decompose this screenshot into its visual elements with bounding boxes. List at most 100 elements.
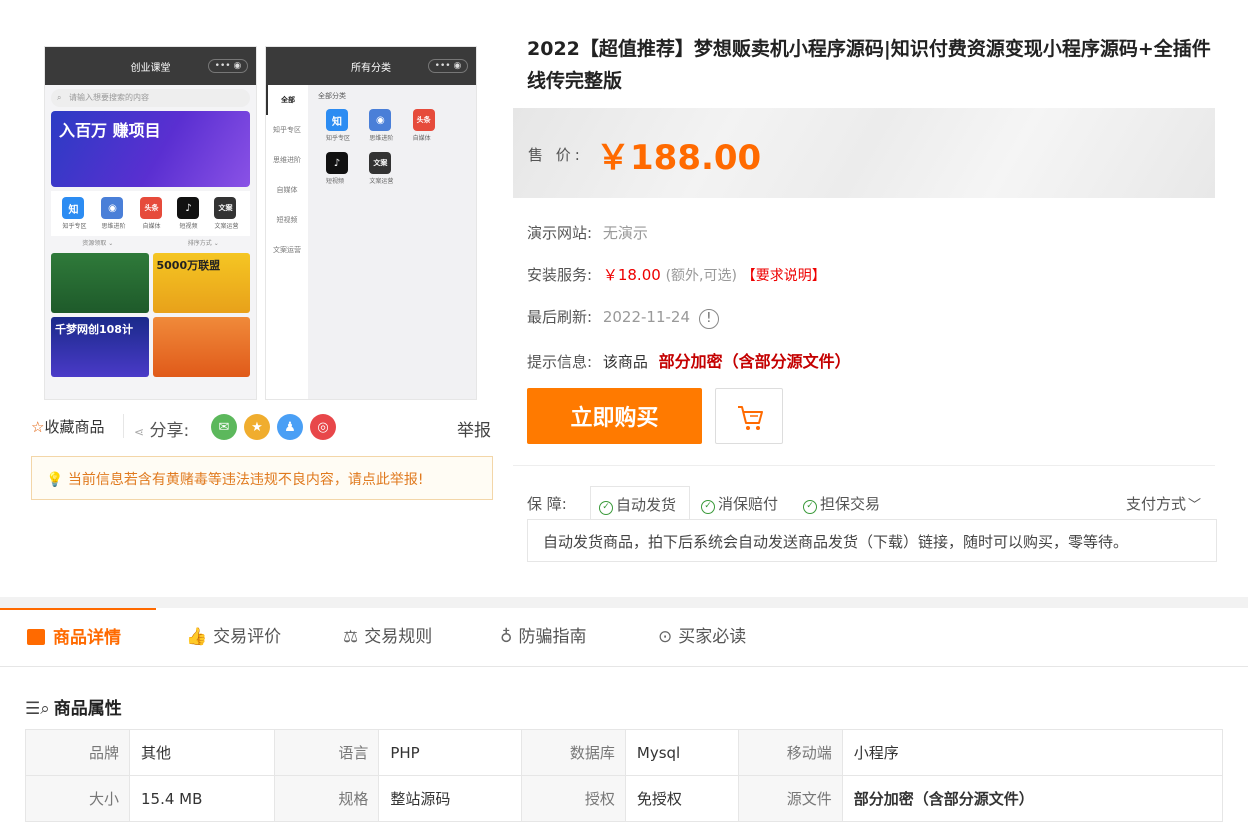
attr-key: 规格 [274,775,380,822]
tile-label: 短视频 [326,178,345,185]
qzone-icon[interactable]: ★ [244,414,270,440]
last-refresh-label: 最后刷新: [527,308,593,326]
category-tile: 头条 自媒体 [412,109,456,142]
install-service-row: 安装服务: ￥18.00 (额外,可选) 【要求说明】 [527,264,826,285]
brain-icon: ◉ [369,109,392,131]
demo-site-row: 演示网站: 无演示 [527,222,648,243]
mini-card-grid: 5000万联盟 千梦网创108计 [45,249,256,381]
tab-product-details[interactable]: 商品详情 [0,608,156,667]
attr-value: Mysql [624,729,739,776]
tile-label: 知乎专区 [326,135,351,142]
check-icon: ✓ [599,501,613,515]
report-warning[interactable]: 💡 当前信息若含有黄赌毒等违法违规不良内容，请点此举报! [31,456,493,500]
guarantee-description: 自动发货商品，拍下后系统会自动发送商品发货（下载）链接，随时可以购买，零等待。 [527,519,1217,562]
tile-label: 短视频 [179,223,198,230]
attr-value: 整站源码 [378,775,522,822]
add-to-cart-button[interactable] [715,388,783,444]
table-row: 品牌 其他 语言 PHP 数据库 Mysql 移动端 小程序 [25,729,1224,776]
sort-left: 资源领取 ⌄ [82,240,114,247]
search-icon: ⌕ [57,93,62,102]
wechat-icon[interactable]: ✉ [211,414,237,440]
sort-right: 排序方式 ⌄ [187,240,219,247]
attributes-table: 品牌 其他 语言 PHP 数据库 Mysql 移动端 小程序 大小 15.4 M… [25,729,1224,822]
install-requirements-link[interactable]: 【要求说明】 [742,268,826,284]
payment-methods-label: 支付方式 [1126,495,1187,513]
price-value: ￥188.00 [596,138,762,178]
attributes-heading: ☰⌕ 商品属性 [25,694,122,719]
buy-now-button[interactable]: 立即购买 [527,388,702,444]
mini-sort-bar: 资源领取 ⌄ 排序方式 ⌄ [45,236,256,249]
mini-card [152,317,250,377]
product-image-2[interactable]: 所有分类 ••• ◉ 全部 知乎专区 思维进阶 自媒体 短视频 文案运营 全部分… [265,46,477,400]
tab-label: 交易规则 [364,627,433,647]
weibo-icon[interactable]: ◎ [310,414,336,440]
qq-icon[interactable]: ♟ [277,414,303,440]
category-tile: 知知乎专区 [62,197,87,230]
zhihu-icon: 知 [62,197,85,219]
tip-label: 提示信息: [527,353,593,371]
attr-value: 免授权 [624,775,739,822]
section-title: 全部分类 [318,92,346,100]
tab-trade-rules[interactable]: ⚖ 交易规则 [343,608,432,667]
banner-text: 入百万 赚项目 [59,121,161,140]
attr-value: 部分加密（含部分源文件） [841,775,1224,822]
demo-site-label: 演示网站: [527,224,593,242]
tile-label: 自媒体 [142,223,161,230]
payment-methods-dropdown[interactable]: 支付方式 ﹀ [1126,486,1201,520]
mini-card: 千梦网创108计 [51,317,149,377]
section-divider [513,465,1215,466]
tile-label: 自媒体 [412,135,431,142]
list-search-icon: ☰⌕ [25,699,50,719]
tip-prefix: 该商品 [602,353,648,371]
guarantee-item-label: 自动发货 [616,496,677,514]
last-refresh-value: 2022-11-24 [602,308,691,326]
attr-key: 数据库 [520,729,626,776]
thumbs-up-icon: 👍 [186,627,208,647]
category-tile: 知知乎专区 [326,109,369,142]
guarantee-tab-escrow[interactable]: ✓ 担保交易 [803,486,880,520]
cart-icon [738,406,763,430]
mini-app-header: 所有分类 ••• ◉ [266,47,476,85]
tile-label: 文案运营 [214,223,239,230]
product-image-1[interactable]: 创业课堂 ••• ◉ ⌕ 请输入想要搜索的内容 入百万 赚项目 知知乎专区 ◉ 思… [44,46,257,400]
favorite-button[interactable]: ☆收藏商品 [31,416,104,437]
report-link[interactable]: 举报 [457,416,491,441]
tab-label: 商品详情 [53,628,121,648]
category-tile: ◉ 思维进阶 [101,197,126,230]
sidebar-item: 知乎专区 [273,126,301,134]
tip-row: 提示信息: 该商品 部分加密（含部分源文件） [527,348,851,372]
category-tile: 文案 文案运营 [214,197,238,230]
attr-value: 小程序 [841,729,1224,776]
guarantee-tab-auto-delivery[interactable]: ✓ 自动发货 [590,486,690,520]
tab-anti-fraud[interactable]: ♁ 防骗指南 [500,608,586,667]
lightbulb-icon: 💡 [46,472,64,488]
zhihu-icon: 知 [326,109,348,131]
share-icon: ⋖ [134,425,145,439]
mini-category-sidebar: 全部 知乎专区 思维进阶 自媒体 短视频 文案运营 [266,85,308,399]
mini-icon-row: 知知乎专区 ◉ 思维进阶 头条 自媒体 ♪ 短视频 文案 文案运营 [51,191,250,236]
sidebar-item: 短视频 [276,216,298,224]
guarantee-tab-compensation[interactable]: ✓ 消保赔付 [701,486,778,520]
info-icon[interactable]: ! [698,309,719,329]
mini-search-bar: ⌕ 请输入想要搜索的内容 [51,89,250,107]
attr-key: 源文件 [737,775,843,822]
tab-buyer-notice[interactable]: ⊙ 买家必读 [658,608,746,667]
demo-site-value: 无演示 [602,224,648,242]
mini-category-grid: 知知乎专区 ◉ 思维进阶 头条 自媒体 ♪ 短视频 文案 文案运营 [326,109,456,185]
check-icon: ✓ [701,500,715,514]
category-tile: 文案 文案运营 [369,152,412,185]
check-icon: ✓ [803,500,817,514]
attr-key: 移动端 [737,729,843,776]
attr-value: 其他 [128,729,276,776]
price-label: 售 价: [528,146,584,164]
tile-label: 思维进阶 [101,223,126,230]
attr-value: 15.4 MB [128,775,276,822]
attributes-title: 商品属性 [53,699,122,719]
sidebar-item: 文案运营 [273,246,301,254]
toutiao-icon: 头条 [412,109,435,131]
tab-reviews[interactable]: 👍 交易评价 [186,608,281,667]
mini-banner: 入百万 赚项目 [51,111,250,187]
tip-value: 部分加密（含部分源文件） [658,352,851,371]
section-separator [0,597,1248,608]
install-service-note: (额外,可选) [665,268,737,284]
